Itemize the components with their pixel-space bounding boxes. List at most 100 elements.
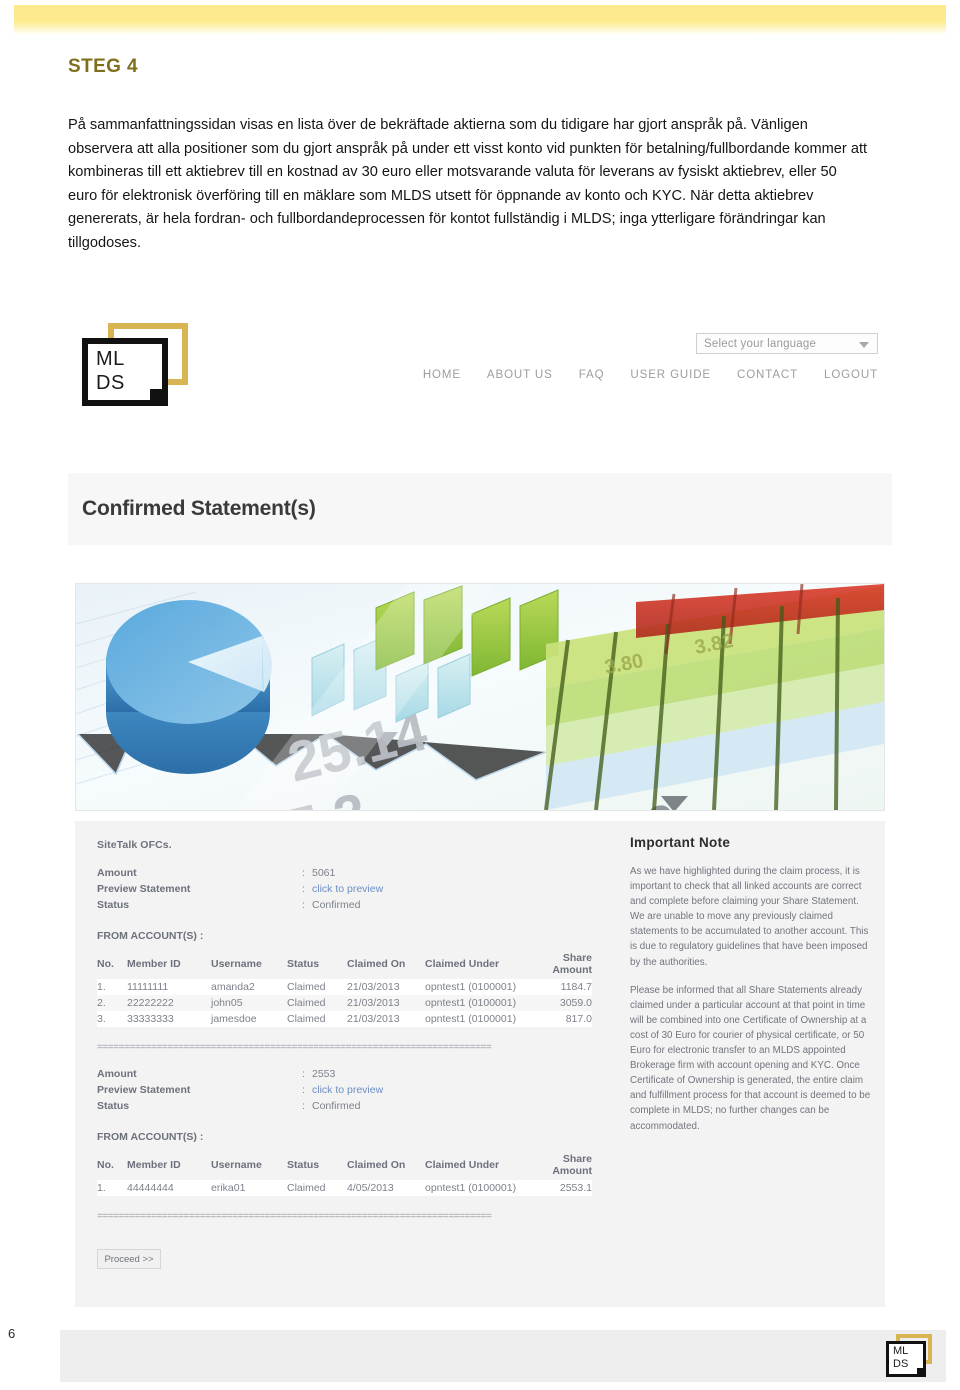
main-nav: HOME ABOUT US FAQ USER GUIDE CONTACT LOG… xyxy=(423,369,878,381)
nav-item-logout[interactable]: LOGOUT xyxy=(824,369,878,381)
content-panel: SiteTalk OFCs. Amount : 5061 Preview Sta… xyxy=(75,821,885,1307)
cell-username: amanda2 xyxy=(211,979,287,995)
statement-block: Amount : 2553 Preview Statement : click … xyxy=(97,1068,607,1196)
important-note-paragraph: As we have highlighted during the claim … xyxy=(630,866,869,968)
field-row: Amount : 5061 xyxy=(97,867,607,883)
footer-logo-corner-notch xyxy=(917,1368,926,1377)
column-header-member-id: Member ID xyxy=(127,1159,181,1171)
cell-claimed-on: 21/03/2013 xyxy=(347,979,425,995)
status-badge: Confirmed xyxy=(312,1100,361,1112)
section-divider: ========================================… xyxy=(97,1043,492,1054)
cell-share-amount: 1184.7 xyxy=(537,979,592,995)
cell-status: Claimed xyxy=(287,979,347,995)
cell-claimed-under: opntest1 (0100001) xyxy=(425,995,537,1011)
table-row: 1. 44444444 erika01 Claimed 4/05/2013 op… xyxy=(97,1180,592,1196)
cell-claimed-under: opntest1 (0100001) xyxy=(425,979,537,995)
preview-statement-link[interactable]: click to preview xyxy=(312,1084,383,1096)
accounts-table: No. Member ID Username Status Claimed On… xyxy=(97,1152,592,1196)
header-accent-band xyxy=(14,5,946,35)
field-separator: : xyxy=(302,867,305,879)
cell-member-id: 33333333 xyxy=(127,1011,211,1027)
important-note-panel: Important Note As we have highlighted du… xyxy=(630,821,875,1147)
field-row: Status : Confirmed xyxy=(97,1100,607,1116)
table-row: 2. 22222222 john05 Claimed 21/03/2013 op… xyxy=(97,995,592,1011)
field-label: Amount xyxy=(97,867,137,879)
table-row: 3. 33333333 jamesdoe Claimed 21/03/2013 … xyxy=(97,1011,592,1027)
field-row: Status : Confirmed xyxy=(97,899,607,915)
cell-status: Claimed xyxy=(287,995,347,1011)
column-header-claimed-on: Claimed On xyxy=(347,1159,406,1171)
column-header-member-id: Member ID xyxy=(127,958,181,970)
page-number: 6 xyxy=(8,1326,16,1341)
table-header-row: No. Member ID Username Status Claimed On… xyxy=(97,951,592,979)
mlds-logo-icon[interactable]: ML DS xyxy=(82,323,190,409)
column-header-share-amount: Share Amount xyxy=(552,952,592,976)
column-header-share-amount: Share Amount xyxy=(552,1153,592,1177)
column-header-status: Status xyxy=(287,958,320,970)
field-separator: : xyxy=(302,899,305,911)
banner-image: 25.14 15.2 73.60 xyxy=(75,583,885,811)
footer-logo-wordmark: ML DS xyxy=(893,1345,908,1371)
table-row: 1. 11111111 amanda2 Claimed 21/03/2013 o… xyxy=(97,979,592,995)
language-select[interactable]: Select your language xyxy=(696,333,878,354)
field-label: Status xyxy=(97,1100,130,1112)
amount-value: 5061 xyxy=(312,867,336,879)
nav-item-contact[interactable]: CONTACT xyxy=(737,369,798,381)
footer-logo-line-1: ML xyxy=(893,1345,909,1357)
important-note-paragraph: Please be informed that all Share Statem… xyxy=(630,984,871,1132)
field-label: Preview Statement xyxy=(97,1084,191,1096)
cell-claimed-on: 4/05/2013 xyxy=(347,1180,425,1196)
column-header-status: Status xyxy=(287,1159,320,1171)
cell-share-amount: 2553.1 xyxy=(537,1180,592,1196)
nav-item-faq[interactable]: FAQ xyxy=(579,369,605,381)
cell-share-amount: 3059.0 xyxy=(537,995,592,1011)
from-accounts-label: FROM ACCOUNT(S) : xyxy=(97,930,204,942)
column-header-no: No. xyxy=(97,958,114,970)
document-text-block: STEG 4 På sammanfattningssidan visas en … xyxy=(68,56,868,255)
cell-no: 3. xyxy=(97,1011,127,1027)
field-separator: : xyxy=(302,1068,305,1080)
language-select-value: Select your language xyxy=(704,337,817,350)
statement-fields: Amount : 2553 Preview Statement : click … xyxy=(97,1068,607,1116)
cell-claimed-on: 21/03/2013 xyxy=(347,995,425,1011)
field-label: Amount xyxy=(97,1068,137,1080)
accounts-table: No. Member ID Username Status Claimed On… xyxy=(97,951,592,1027)
column-header-no: No. xyxy=(97,1159,114,1171)
nav-item-about-us[interactable]: ABOUT US xyxy=(487,369,553,381)
nav-item-home[interactable]: HOME xyxy=(423,369,461,381)
banner-illustration: 25.14 15.2 73.60 xyxy=(76,584,884,810)
page-title-band: Confirmed Statement(s) xyxy=(68,473,892,545)
cell-username: erika01 xyxy=(211,1180,287,1196)
footer-logo-black-frame: ML DS xyxy=(886,1341,926,1377)
logo-line-2: DS xyxy=(96,372,125,394)
column-header-username: Username xyxy=(211,958,262,970)
logo-wordmark: ML DS xyxy=(96,347,158,395)
table-header-row: No. Member ID Username Status Claimed On… xyxy=(97,1152,592,1180)
proceed-button[interactable]: Proceed >> xyxy=(97,1249,161,1269)
important-note-title: Important Note xyxy=(630,835,731,850)
logo-line-1: ML xyxy=(96,348,125,370)
field-row: Preview Statement : click to preview xyxy=(97,883,607,899)
nav-item-user-guide[interactable]: USER GUIDE xyxy=(630,369,711,381)
app-screenshot: ML DS Select your language HOME ABOUT US… xyxy=(68,305,892,1315)
ofc-name: SiteTalk OFCs. xyxy=(97,839,172,851)
column-header-claimed-under: Claimed Under xyxy=(425,1159,500,1171)
app-header: ML DS Select your language HOME ABOUT US… xyxy=(68,305,892,440)
cell-status: Claimed xyxy=(287,1180,347,1196)
field-label: Preview Statement xyxy=(97,883,191,895)
column-header-username: Username xyxy=(211,1159,262,1171)
field-separator: : xyxy=(302,883,305,895)
preview-statement-link[interactable]: click to preview xyxy=(312,883,383,895)
from-accounts-label: FROM ACCOUNT(S) : xyxy=(97,1131,204,1143)
statement-fields: Amount : 5061 Preview Statement : click … xyxy=(97,867,607,915)
statement-block: SiteTalk OFCs. Amount : 5061 Preview Sta… xyxy=(97,839,607,1027)
logo-black-frame: ML DS xyxy=(82,338,168,406)
amount-value: 2553 xyxy=(312,1068,336,1080)
instruction-paragraph: På sammanfattningssidan visas en lista ö… xyxy=(68,117,868,251)
cell-claimed-on: 21/03/2013 xyxy=(347,1011,425,1027)
column-header-claimed-under: Claimed Under xyxy=(425,958,500,970)
field-separator: : xyxy=(302,1100,305,1112)
logo-corner-notch xyxy=(150,389,168,406)
cell-no: 1. xyxy=(97,979,127,995)
section-divider: ========================================… xyxy=(97,1212,492,1223)
